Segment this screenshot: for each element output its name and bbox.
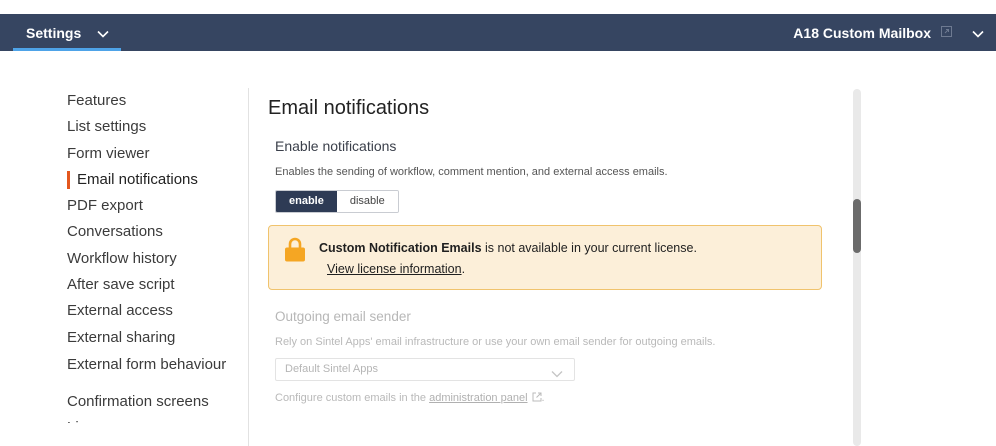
notifications-toggle: enable disable (275, 190, 399, 213)
sender-description: Rely on Sintel Apps' email infrastructur… (275, 336, 716, 348)
settings-label: Settings (26, 24, 82, 41)
mailbox-chevron-down-icon[interactable] (972, 25, 984, 43)
scrollbar-track[interactable] (853, 89, 861, 446)
sidebar-item-form-viewer[interactable]: Form viewer (67, 141, 247, 167)
sidebar-item-conversations[interactable]: Conversations (67, 219, 247, 245)
external-link-icon (532, 392, 542, 405)
settings-sidebar: Features List settings Form viewer Email… (67, 88, 247, 423)
page-title: Email notifications (268, 97, 430, 119)
enable-option[interactable]: enable (276, 191, 337, 212)
license-notice: Custom Notification Emails is not availa… (268, 225, 822, 290)
sidebar-item-email-notifications[interactable]: Email notifications (67, 167, 247, 193)
mailbox-title: A18 Custom Mailbox (793, 24, 931, 41)
sidebar-item-confirmation-screens[interactable]: Confirmation screens (67, 389, 247, 415)
sender-select[interactable]: Default Sintel Apps (275, 358, 575, 381)
notice-text: is not available in your current license… (481, 241, 697, 255)
sidebar-divider (248, 88, 249, 446)
select-chevron-down-icon (551, 365, 563, 386)
sidebar-item-external-sharing[interactable]: External sharing (67, 325, 247, 351)
section-title: Enable notifications (275, 138, 397, 154)
notice-link-suffix: . (461, 262, 466, 276)
chevron-down-icon (97, 25, 109, 43)
top-bar: Settings A18 Custom Mailbox (0, 14, 996, 51)
sidebar-item-pdf-export[interactable]: PDF export (67, 193, 247, 219)
top-spacer (0, 0, 996, 14)
view-license-link[interactable]: View license information (327, 262, 462, 276)
sidebar-item-list-settings[interactable]: List settings (67, 114, 247, 140)
scrollbar-thumb[interactable] (853, 199, 861, 253)
sidebar-item-features[interactable]: Features (67, 88, 247, 114)
open-external-icon[interactable] (941, 24, 952, 42)
settings-menu[interactable]: Settings (13, 14, 121, 51)
sidebar-item-workflow-history[interactable]: Workflow history (67, 246, 247, 272)
disable-option[interactable]: disable (336, 191, 398, 212)
sender-select-value: Default Sintel Apps (285, 363, 378, 375)
sidebar-item-after-save-script[interactable]: After save script (67, 272, 247, 298)
section-description: Enables the sending of workflow, comment… (275, 166, 668, 178)
sender-config-hint: Configure custom emails in the administr… (275, 392, 545, 405)
sidebar-item-truncated[interactable]: Li (67, 415, 247, 423)
notice-link-line: View license information. (327, 262, 465, 276)
administration-panel-link[interactable]: administration panel (429, 392, 527, 404)
main-content: Email notifications Enable notifications… (268, 96, 828, 213)
sidebar-item-external-access[interactable]: External access (67, 298, 247, 324)
config-prefix: Configure custom emails in the (275, 392, 430, 404)
config-suffix: . (541, 392, 545, 404)
notice-bold: Custom Notification Emails (319, 241, 482, 255)
notice-message: Custom Notification Emails is not availa… (319, 241, 697, 255)
sidebar-item-external-form-behaviour[interactable]: External form behaviour (67, 351, 247, 389)
lock-icon (285, 237, 305, 267)
sender-title: Outgoing email sender (275, 309, 411, 324)
active-tab-indicator (13, 48, 121, 51)
